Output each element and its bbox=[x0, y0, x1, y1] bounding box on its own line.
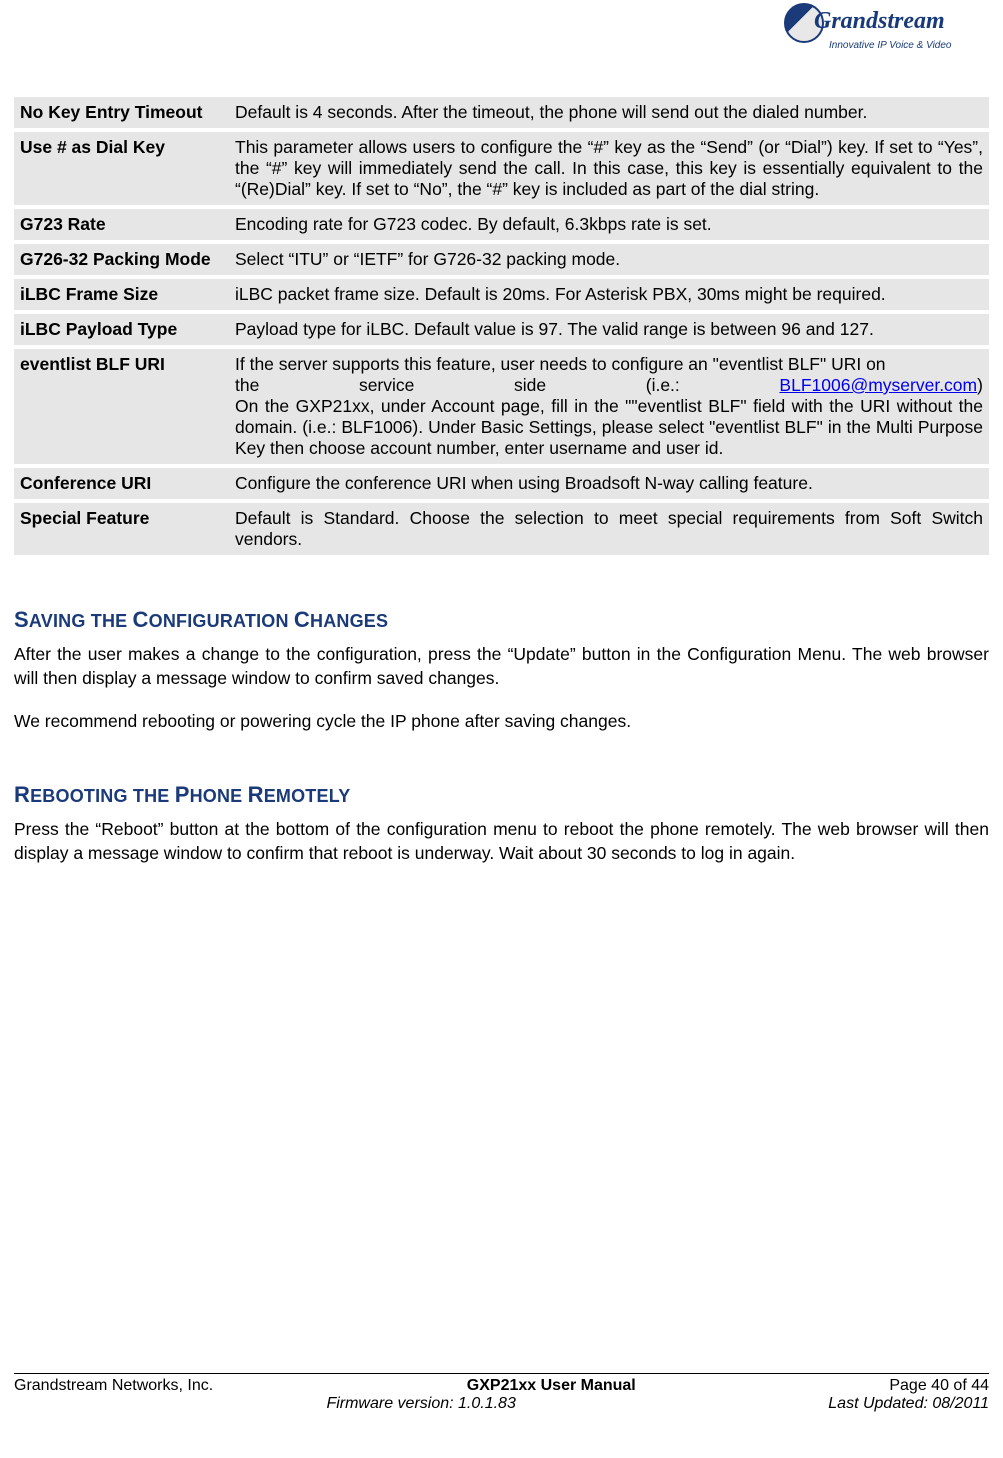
param-desc: Select “ITU” or “IETF” for G726-32 packi… bbox=[229, 244, 989, 275]
param-label: iLBC Frame Size bbox=[14, 279, 229, 310]
param-desc: Default is 4 seconds. After the timeout,… bbox=[229, 97, 989, 128]
email-link[interactable]: BLF1006@myserver.com bbox=[779, 375, 977, 395]
param-desc: Encoding rate for G723 codec. By default… bbox=[229, 209, 989, 240]
param-label: G723 Rate bbox=[14, 209, 229, 240]
param-label: eventlist BLF URI bbox=[14, 349, 229, 464]
param-label: G726-32 Packing Mode bbox=[14, 244, 229, 275]
table-row: Conference URI Configure the conference … bbox=[14, 468, 989, 499]
footer-page-number: Page 40 of 44 bbox=[889, 1377, 989, 1395]
param-desc: This parameter allows users to configure… bbox=[229, 132, 989, 205]
body-text: After the user makes a change to the con… bbox=[14, 643, 989, 690]
param-label: Conference URI bbox=[14, 468, 229, 499]
param-desc: iLBC packet frame size. Default is 20ms.… bbox=[229, 279, 989, 310]
table-row: Use # as Dial Key This parameter allows … bbox=[14, 132, 989, 205]
table-row: iLBC Payload Type Payload type for iLBC.… bbox=[14, 314, 989, 345]
logo-brand-text: Grandstream bbox=[814, 8, 945, 35]
section-heading-saving: SAVING THE CONFIGURATION CHANGES bbox=[14, 607, 989, 633]
table-row: Special Feature Default is Standard. Cho… bbox=[14, 503, 989, 555]
param-desc: Payload type for iLBC. Default value is … bbox=[229, 314, 989, 345]
footer-updated: Last Updated: 08/2011 bbox=[828, 1395, 989, 1413]
logo-tagline: Innovative IP Voice & Video bbox=[829, 40, 952, 51]
table-row: iLBC Frame Size iLBC packet frame size. … bbox=[14, 279, 989, 310]
config-table: No Key Entry Timeout Default is 4 second… bbox=[14, 93, 989, 559]
brand-logo: Grandstream Innovative IP Voice & Video bbox=[784, 8, 984, 63]
param-label: Special Feature bbox=[14, 503, 229, 555]
table-row: eventlist BLF URI If the server supports… bbox=[14, 349, 989, 464]
body-text: We recommend rebooting or powering cycle… bbox=[14, 710, 989, 734]
section-heading-reboot: REBOOTING THE PHONE REMOTELY bbox=[14, 782, 989, 808]
table-row: G726-32 Packing Mode Select “ITU” or “IE… bbox=[14, 244, 989, 275]
param-label: iLBC Payload Type bbox=[14, 314, 229, 345]
table-row: G723 Rate Encoding rate for G723 codec. … bbox=[14, 209, 989, 240]
body-text: Press the “Reboot” button at the bottom … bbox=[14, 818, 989, 865]
footer-manual-title: GXP21xx User Manual bbox=[467, 1377, 636, 1394]
param-desc: If the server supports this feature, use… bbox=[229, 349, 989, 464]
param-label: Use # as Dial Key bbox=[14, 132, 229, 205]
param-desc: Configure the conference URI when using … bbox=[229, 468, 989, 499]
table-row: No Key Entry Timeout Default is 4 second… bbox=[14, 97, 989, 128]
page-footer: Grandstream Networks, Inc. GXP21xx User … bbox=[14, 1373, 989, 1413]
footer-company: Grandstream Networks, Inc. bbox=[14, 1377, 213, 1395]
param-desc: Default is Standard. Choose the selectio… bbox=[229, 503, 989, 555]
param-label: No Key Entry Timeout bbox=[14, 97, 229, 128]
footer-firmware: Firmware version: 1.0.1.83 bbox=[326, 1395, 515, 1413]
